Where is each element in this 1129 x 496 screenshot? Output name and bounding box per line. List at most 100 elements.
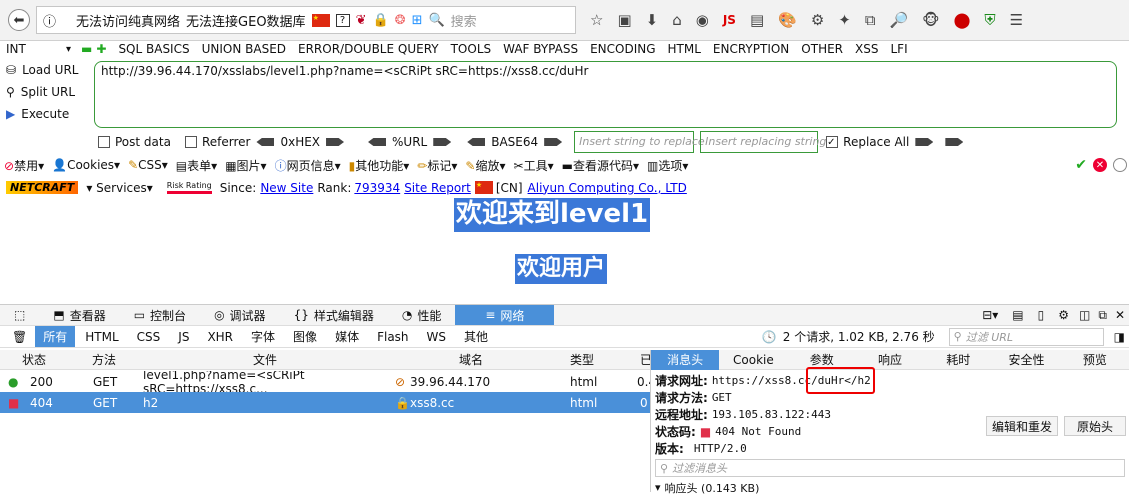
bookmark-2[interactable]: 无法连接GEO数据库 <box>186 11 306 30</box>
filter-images[interactable]: 图像 <box>285 326 325 347</box>
error-icon[interactable]: ✕ <box>1093 158 1107 172</box>
wd-disable[interactable]: ⊘禁用▾ <box>4 157 44 174</box>
wd-outline[interactable]: ✏标记▾ <box>417 157 457 174</box>
menu-lfi[interactable]: LFI <box>890 42 907 56</box>
wd-tools[interactable]: ✂工具▾ <box>514 157 554 174</box>
menu-union-based[interactable]: UNION BASED <box>202 42 286 56</box>
tab-params[interactable]: 参数 <box>788 351 856 368</box>
globe-icon[interactable]: ◉ <box>696 11 709 29</box>
col-file[interactable]: 文件 <box>253 350 277 369</box>
wd-cookies[interactable]: 👤Cookies▾ <box>52 158 120 172</box>
filter-all[interactable]: 所有 <box>35 326 76 347</box>
filter-ws[interactable]: WS <box>419 328 454 346</box>
wd-source[interactable]: ▬查看源代码▾ <box>562 157 639 174</box>
dock-icon[interactable]: ⊟▾ <box>982 308 998 322</box>
wd-info[interactable]: ⓘ网页信息▾ <box>275 157 341 174</box>
col-method[interactable]: 方法 <box>92 350 116 369</box>
settings-icon[interactable]: ⚙ <box>811 11 824 29</box>
menu-encoding[interactable]: ENCODING <box>590 42 655 56</box>
map-icon[interactable]: ✦ <box>838 11 851 29</box>
devtools-settings-icon[interactable]: ⚙ <box>1058 308 1069 322</box>
filter-html[interactable]: HTML <box>77 328 126 346</box>
referrer-checkbox[interactable] <box>184 136 197 148</box>
js-toggle[interactable]: JS <box>723 13 736 27</box>
menu-icon[interactable]: ☰ <box>1010 11 1023 29</box>
execute-button[interactable]: ▶ Execute <box>0 103 92 125</box>
adblock-icon[interactable]: ⬤ <box>954 11 971 29</box>
tab-network[interactable]: ≡ 网络 <box>455 305 555 325</box>
url-decode-icon[interactable] <box>368 138 387 146</box>
tab-response[interactable]: 响应 <box>856 351 924 368</box>
edit-resend-button[interactable]: 编辑和重发 <box>986 416 1058 436</box>
response-headers-toggle[interactable]: ▾ 响应头 (0.143 KB) <box>651 479 1129 496</box>
site-report-link[interactable]: Site Report <box>404 181 471 195</box>
col-status[interactable]: 状态 <box>22 350 46 369</box>
check-icon[interactable]: ✔ <box>1075 157 1087 173</box>
responsive-icon[interactable]: ▯ <box>1038 308 1045 322</box>
home-icon[interactable]: ⌂ <box>672 11 682 29</box>
type-select[interactable]: INT <box>6 42 66 56</box>
back-icon[interactable]: ⬅ <box>8 9 30 31</box>
tab-style-editor[interactable]: {} 样式编辑器 <box>280 305 388 325</box>
search-placeholder[interactable]: 搜索 <box>451 11 477 30</box>
menu-waf-bypass[interactable]: WAF BYPASS <box>503 42 578 56</box>
filter-flash[interactable]: Flash <box>369 328 416 346</box>
rank-link[interactable]: 793934 <box>354 181 400 195</box>
tab-security[interactable]: 安全性 <box>992 351 1060 368</box>
replace-all-checkbox[interactable]: ✓ <box>826 136 839 148</box>
menu-xss[interactable]: XSS <box>855 42 878 56</box>
table-row[interactable]: ● 200 GET level1.php?name=<sCRiPt sRC=ht… <box>0 371 656 392</box>
windows-icon[interactable]: ⊞ <box>412 13 423 28</box>
replace-right-icon[interactable] <box>915 138 934 146</box>
raw-headers-button[interactable]: 原始头 <box>1064 416 1126 436</box>
wd-misc[interactable]: ▮其他功能▾ <box>349 157 410 174</box>
filter-other[interactable]: 其他 <box>456 326 496 347</box>
copy-icon[interactable]: ⧉ <box>865 11 876 29</box>
filter-fonts[interactable]: 字体 <box>243 326 283 347</box>
url-filter-input[interactable]: ⚲ 过滤 URL <box>948 327 1104 346</box>
menu-error-double-query[interactable]: ERROR/DOUBLE QUERY <box>298 42 439 56</box>
chevron-down-icon[interactable]: ▾ <box>66 44 71 55</box>
host-link[interactable]: Aliyun Computing Co., LTD <box>528 181 687 195</box>
replace-left-icon[interactable] <box>945 138 964 146</box>
hex-decode-icon[interactable] <box>256 138 275 146</box>
col-size[interactable]: 已 <box>640 350 650 369</box>
tab-timings[interactable]: 耗时 <box>924 351 992 368</box>
wd-options[interactable]: ▥选项▾ <box>647 157 688 174</box>
wd-images[interactable]: ▦图片▾ <box>225 157 266 174</box>
post-data-checkbox[interactable] <box>98 136 110 148</box>
bookmark-1[interactable]: 无法访问纯真网络 <box>76 11 180 30</box>
filter-xhr[interactable]: XHR <box>199 328 241 346</box>
menu-other[interactable]: OTHER <box>801 42 843 56</box>
plus-icon[interactable]: ✚ <box>96 42 106 56</box>
sidebar-icon[interactable]: ◫ <box>1079 308 1090 322</box>
filter-media[interactable]: 媒体 <box>327 326 367 347</box>
tab-debugger[interactable]: ◎ 调试器 <box>200 305 280 325</box>
tab-console[interactable]: ▭ 控制台 <box>120 305 200 325</box>
wd-resize[interactable]: ✎缩放▾ <box>465 157 505 174</box>
tab-performance[interactable]: ◔ 性能 <box>388 305 456 325</box>
netcraft-logo[interactable]: NETCRAFT <box>6 181 79 194</box>
trash-icon[interactable]: 🗑 <box>12 330 27 344</box>
table-row-selected[interactable]: ■ 404 GET h2 🔒 xss8.cc html 0 <box>0 392 650 413</box>
col-domain[interactable]: 域名 <box>459 350 483 369</box>
filter-js[interactable]: JS <box>170 328 197 346</box>
hex-encode-icon[interactable] <box>326 138 345 146</box>
download-icon[interactable]: ⬇ <box>646 11 659 29</box>
since-link[interactable]: New Site <box>260 181 313 195</box>
base64-decode-icon[interactable] <box>467 138 486 146</box>
menu-sql-basics[interactable]: SQL BASICS <box>118 42 189 56</box>
wd-forms[interactable]: ▤表单▾ <box>176 157 217 174</box>
tab-inspector[interactable]: ⬒ 查看器 <box>39 305 119 325</box>
inspect-pick-icon[interactable]: ⬚ <box>0 305 39 325</box>
star-icon[interactable]: ☆ <box>590 11 603 29</box>
palette-icon[interactable]: 🎨 <box>778 11 797 29</box>
help-icon[interactable]: ? <box>335 13 350 27</box>
popout-icon[interactable]: ⧉ <box>1098 308 1107 323</box>
base64-encode-icon[interactable] <box>544 138 563 146</box>
menu-html[interactable]: HTML <box>668 42 701 56</box>
hackbar-url-input[interactable]: http://39.96.44.170/xsslabs/level1.php?n… <box>94 61 1117 128</box>
split-url-button[interactable]: ⚲ Split URL <box>0 81 92 103</box>
image-icon[interactable]: ▤ <box>750 11 764 29</box>
header-filter-input[interactable]: ⚲ 过滤消息头 <box>655 459 1125 477</box>
